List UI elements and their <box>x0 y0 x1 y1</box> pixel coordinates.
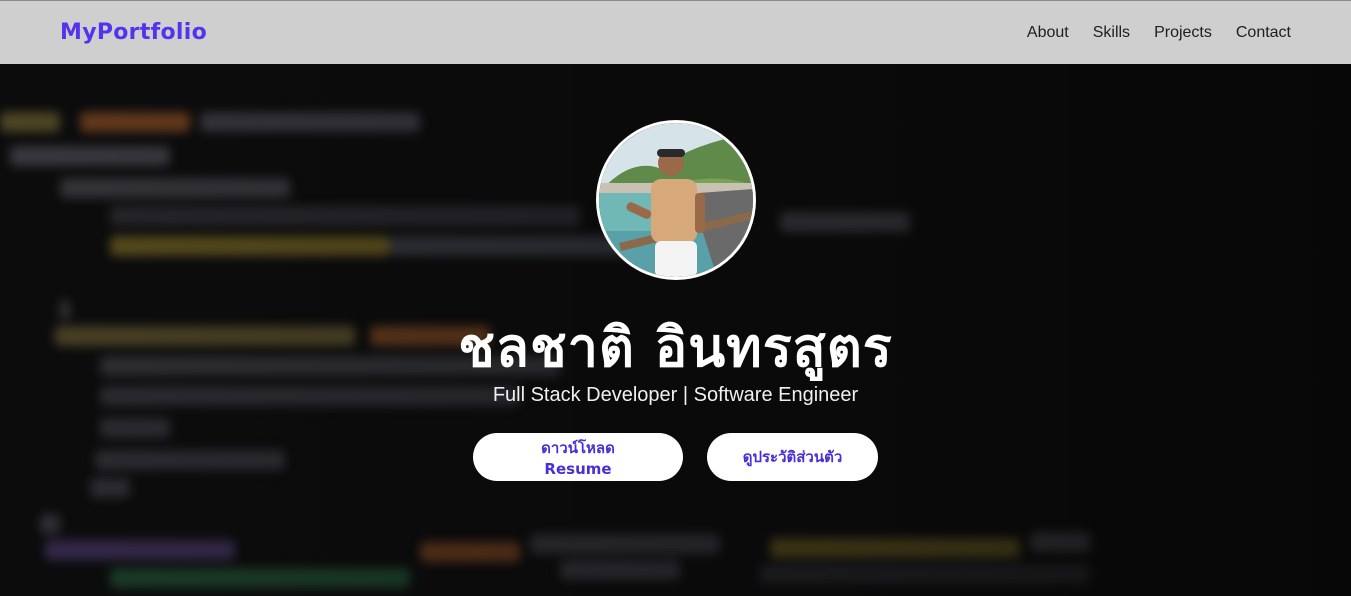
hero-button-group: ดาวน์โหลด Resume ดูประวัติส่วนตัว <box>0 433 1351 481</box>
nav-link-contact[interactable]: Contact <box>1236 24 1291 42</box>
profile-photo-icon <box>599 123 753 277</box>
hero-section: ชลชาติ อินทรสูตร Full Stack Developer | … <box>0 64 1351 596</box>
nav-link-about[interactable]: About <box>1027 24 1069 42</box>
nav-links: About Skills Projects Contact <box>1027 24 1291 42</box>
profile-avatar <box>596 120 756 280</box>
brand-logo[interactable]: MyPortfolio <box>60 20 207 45</box>
navbar: MyPortfolio About Skills Projects Contac… <box>0 0 1351 64</box>
download-resume-button[interactable]: ดาวน์โหลด Resume <box>473 433 683 481</box>
hero-name-heading: ชลชาติ อินทรสูตร <box>458 316 893 379</box>
view-profile-button[interactable]: ดูประวัติส่วนตัว <box>707 433 878 481</box>
nav-link-skills[interactable]: Skills <box>1093 24 1130 42</box>
hero-subtitle: Full Stack Developer | Software Engineer <box>492 384 859 406</box>
nav-link-projects[interactable]: Projects <box>1154 24 1212 42</box>
